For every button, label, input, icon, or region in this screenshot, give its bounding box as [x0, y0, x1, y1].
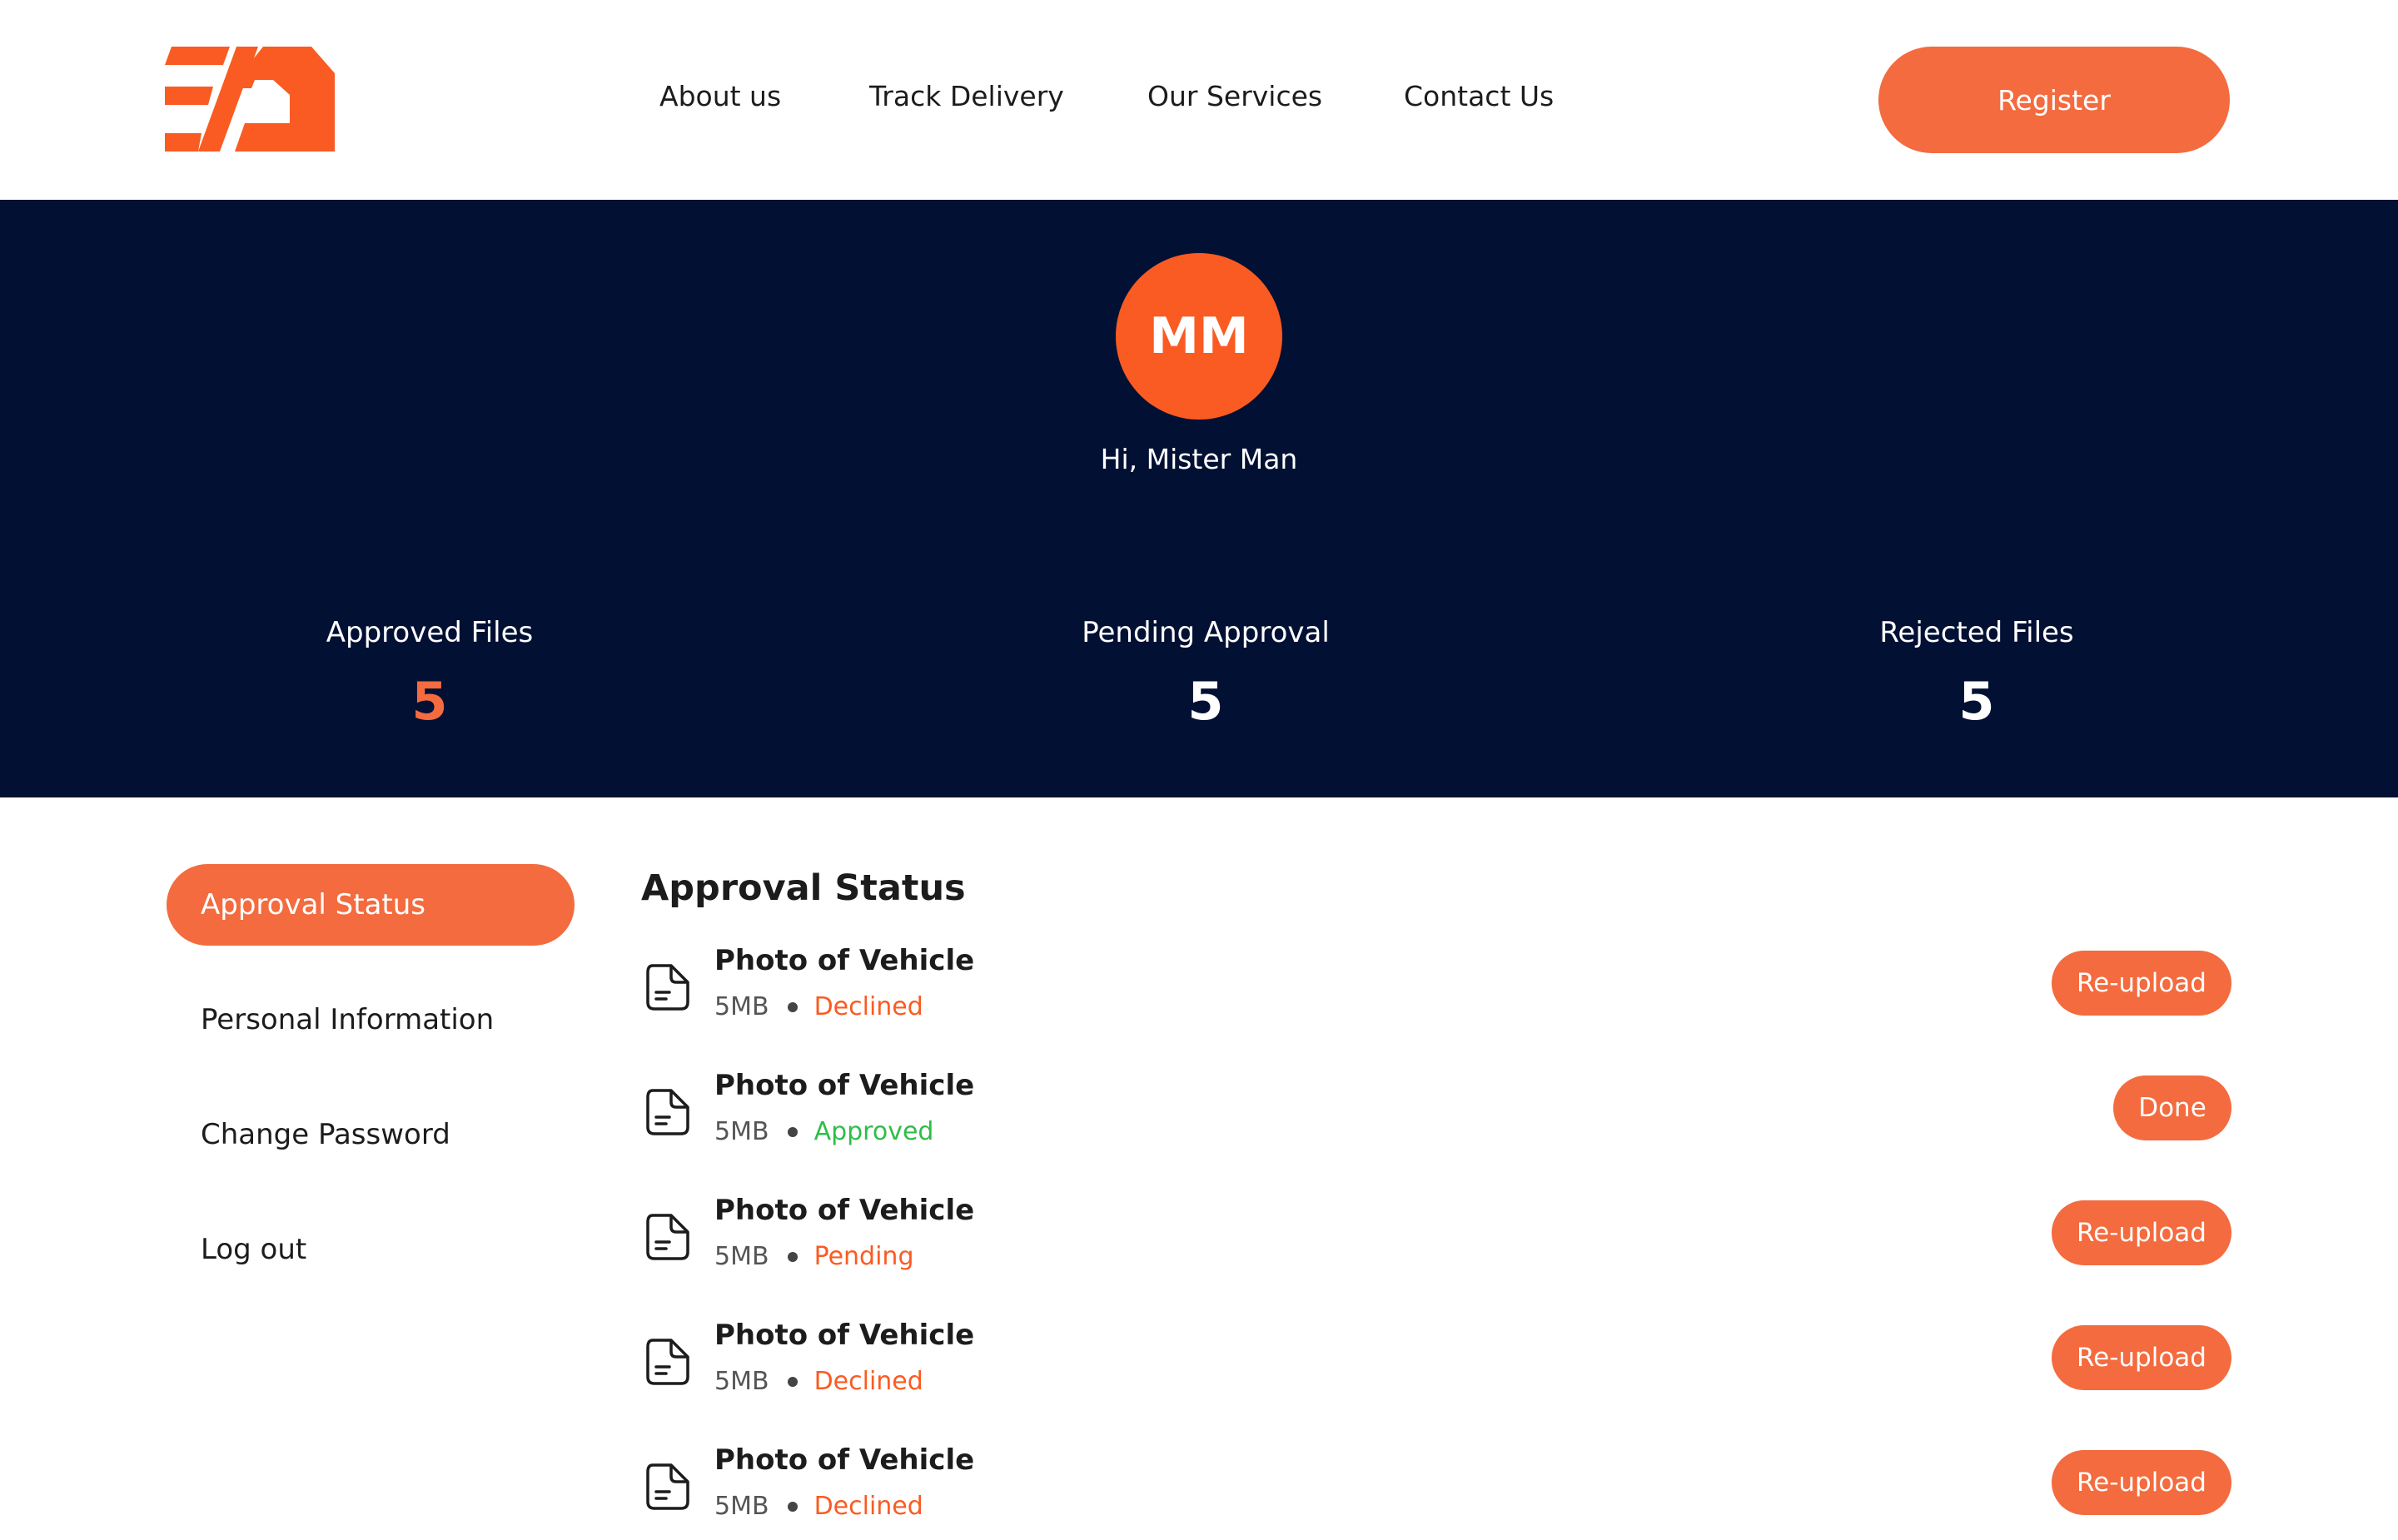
document-icon [646, 1339, 689, 1385]
nav-track-delivery[interactable]: Track Delivery [869, 80, 1064, 112]
sidebar-item-change-password[interactable]: Change Password [167, 1094, 575, 1175]
file-size: 5MB [714, 1492, 769, 1521]
file-row: Photo of Vehicle 5MB Declined Re-upload [641, 1440, 2231, 1540]
file-meta: 5MB Declined [714, 992, 923, 1021]
file-name: Photo of Vehicle [714, 1319, 975, 1352]
site-header: About us Track Delivery Our Services Con… [0, 0, 2398, 200]
status-badge: Declined [813, 992, 923, 1021]
stat-value: 5 [1958, 671, 1995, 732]
separator-dot [787, 1501, 798, 1512]
reupload-button[interactable]: Re-upload [2052, 1325, 2231, 1390]
document-icon [646, 1089, 689, 1135]
file-size: 5MB [714, 992, 769, 1021]
greeting-text: Hi, Mister Man [1100, 443, 1298, 475]
file-meta: 5MB Declined [714, 1492, 923, 1521]
sidebar-item-personal-information[interactable]: Personal Information [167, 979, 575, 1061]
file-name: Photo of Vehicle [714, 1443, 975, 1477]
separator-dot [787, 1001, 798, 1012]
sidebar-item-log-out[interactable]: Log out [167, 1209, 575, 1290]
nav-our-services[interactable]: Our Services [1147, 80, 1322, 112]
document-icon [646, 1463, 689, 1510]
separator-dot [787, 1251, 798, 1262]
stat-approved-files: Approved Files 5 [180, 616, 679, 732]
file-size: 5MB [714, 1242, 769, 1271]
stat-label: Approved Files [326, 616, 534, 649]
reupload-button[interactable]: Re-upload [2052, 951, 2231, 1016]
reupload-button[interactable]: Re-upload [2052, 1450, 2231, 1515]
document-icon [646, 964, 689, 1011]
status-badge: Approved [813, 1117, 934, 1146]
separator-dot [787, 1126, 798, 1137]
file-meta: 5MB Approved [714, 1117, 933, 1146]
sidebar-item-approval-status[interactable]: Approval Status [167, 864, 575, 946]
reupload-button[interactable]: Re-upload [2052, 1200, 2231, 1265]
profile-hero: MM Hi, Mister Man Approved Files 5 Pendi… [0, 200, 2398, 797]
file-name: Photo of Vehicle [714, 1069, 975, 1102]
stat-label: Pending Approval [1082, 616, 1330, 649]
nav-about-us[interactable]: About us [659, 80, 781, 112]
done-button[interactable]: Done [2113, 1076, 2231, 1140]
file-name: Photo of Vehicle [714, 944, 975, 977]
file-meta: 5MB Declined [714, 1367, 923, 1396]
stat-label: Rejected Files [1879, 616, 2074, 649]
avatar-initials: MM [1149, 307, 1249, 365]
file-name: Photo of Vehicle [714, 1194, 975, 1227]
file-size: 5MB [714, 1367, 769, 1396]
section-title: Approval Status [641, 867, 966, 909]
file-meta: 5MB Pending [714, 1242, 914, 1271]
sidebar-item-label: Log out [201, 1233, 307, 1266]
separator-dot [787, 1376, 798, 1387]
stat-pending-approval: Pending Approval 5 [956, 616, 1455, 732]
file-row: Photo of Vehicle 5MB Pending Re-upload [641, 1190, 2231, 1290]
document-icon [646, 1214, 689, 1260]
status-badge: Pending [813, 1242, 914, 1271]
nav-contact-us[interactable]: Contact Us [1404, 80, 1554, 112]
stat-rejected-files: Rejected Files 5 [1727, 616, 2226, 732]
status-badge: Declined [813, 1367, 923, 1396]
file-row: Photo of Vehicle 5MB Declined Re-upload [641, 941, 2231, 1041]
stat-value: 5 [1187, 671, 1224, 732]
stat-value: 5 [411, 671, 448, 732]
avatar: MM [1116, 253, 1282, 420]
status-badge: Declined [813, 1492, 923, 1521]
sidebar-item-label: Change Password [201, 1118, 450, 1151]
file-row: Photo of Vehicle 5MB Approved Done [641, 1066, 2231, 1165]
file-row: Photo of Vehicle 5MB Declined Re-upload [641, 1315, 2231, 1415]
sidebar-item-label: Personal Information [201, 1003, 495, 1036]
file-size: 5MB [714, 1117, 769, 1146]
sidebar-item-label: Approval Status [201, 888, 426, 922]
register-button[interactable]: Register [1878, 47, 2230, 153]
